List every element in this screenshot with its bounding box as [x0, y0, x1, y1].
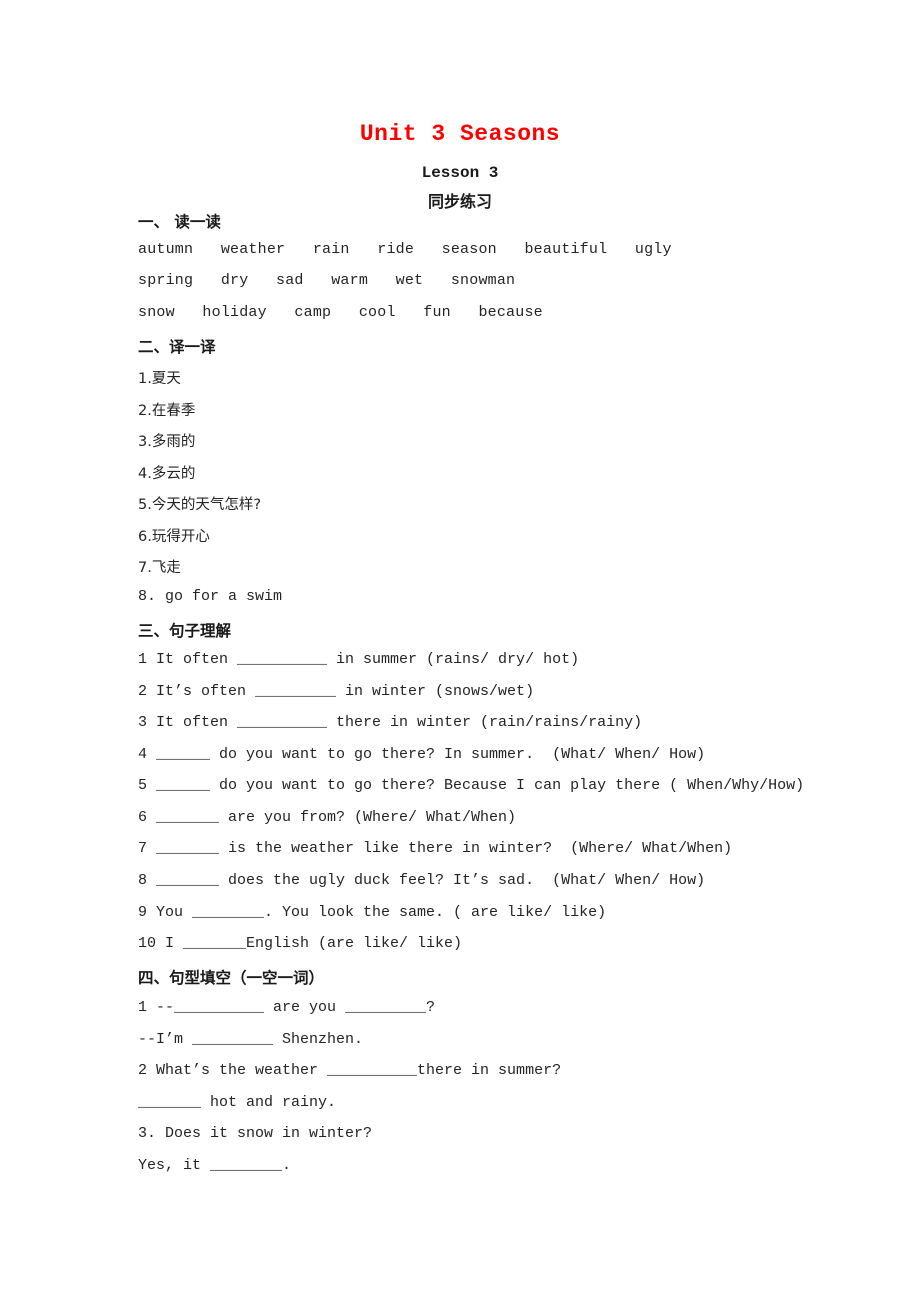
comprehension-item-5: 5 ______ do you want to go there? Becaus… — [138, 777, 805, 794]
comprehension-item-8: 8 _______ does the ugly duck feel? It’s … — [138, 872, 706, 889]
comprehension-item-9: 9 You ________. You look the same. ( are… — [138, 904, 607, 921]
fill-blank-item-3-answer: Yes, it ________. — [138, 1157, 292, 1174]
section-4-heading: 四、句型填空（一空一词） — [138, 969, 325, 987]
section-3-heading: 三、句子理解 — [138, 622, 232, 640]
comprehension-item-10: 10 I _______English (are like/ like) — [138, 935, 463, 952]
translate-item-2: 2.在春季 — [138, 403, 196, 419]
section-1-heading: 一、 读一读 — [138, 213, 221, 231]
comprehension-item-2: 2 It’s often _________ in winter (snows/… — [138, 683, 535, 700]
exercise-subtitle: 同步练习 — [427, 192, 492, 211]
comprehension-item-3: 3 It often __________ there in winter (r… — [138, 714, 643, 731]
word-list-line-3: snow holiday camp cool fun because — [138, 304, 543, 321]
translate-item-7: 7.飞走 — [138, 560, 181, 576]
fill-blank-item-2-answer: _______ hot and rainy. — [138, 1094, 337, 1111]
fill-blank-item-1: 1 --__________ are you _________? — [138, 999, 436, 1016]
comprehension-item-7: 7 _______ is the weather like there in w… — [138, 840, 733, 857]
comprehension-item-4: 4 ______ do you want to go there? In sum… — [138, 746, 706, 763]
translate-item-1: 1.夏天 — [138, 371, 181, 387]
word-list-line-1: autumn weather rain ride season beautifu… — [138, 241, 672, 258]
translate-item-5: 5.今天的天气怎样? — [138, 497, 262, 513]
lesson-subtitle: Lesson 3 — [421, 164, 499, 182]
worksheet-page: Unit 3 Seasons Lesson 3 同步练习 一、 读一读 autu… — [0, 0, 920, 1302]
word-list-line-2: spring dry sad warm wet snowman — [138, 272, 516, 289]
comprehension-item-6: 6 _______ are you from? (Where/ What/Whe… — [138, 809, 517, 826]
fill-blank-item-3: 3. Does it snow in winter? — [138, 1125, 373, 1142]
translate-item-3: 3.多雨的 — [138, 434, 196, 450]
fill-blank-item-2: 2 What’s the weather __________there in … — [138, 1062, 562, 1079]
section-2-heading: 二、译一译 — [138, 338, 216, 356]
fill-blank-item-1-answer: --I’m _________ Shenzhen. — [138, 1031, 364, 1048]
translate-item-8: 8. go for a swim — [138, 588, 283, 605]
page-title: Unit 3 Seasons — [359, 121, 561, 147]
translate-item-6: 6.玩得开心 — [138, 529, 210, 545]
comprehension-item-1: 1 It often __________ in summer (rains/ … — [138, 651, 580, 668]
translate-item-4: 4.多云的 — [138, 466, 196, 482]
